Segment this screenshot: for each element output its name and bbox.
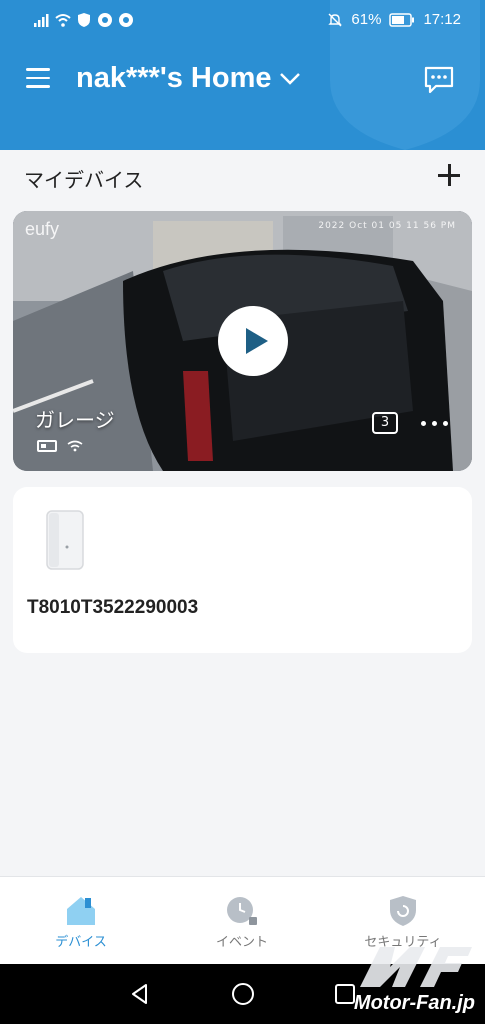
camera-timestamp: 2022 Oct 01 05 11 56 PM bbox=[318, 221, 456, 231]
camera-name: ガレージ bbox=[35, 408, 115, 432]
mute-bell-icon bbox=[328, 13, 343, 26]
nav-devices-label: デバイス bbox=[55, 935, 107, 950]
homebase-name: T8010T3522290003 bbox=[27, 597, 199, 618]
camera-status-icons bbox=[37, 440, 83, 452]
menu-button[interactable] bbox=[26, 68, 50, 88]
wifi-icon bbox=[55, 14, 71, 27]
clip-count-badge[interactable]: 3 bbox=[372, 412, 398, 434]
status-bar: 61% 17:12 bbox=[0, 0, 485, 40]
nav-events-label: イベント bbox=[215, 935, 268, 950]
chevron-down-icon bbox=[280, 72, 301, 85]
battery-icon bbox=[389, 12, 415, 27]
homebase-device-image bbox=[46, 510, 84, 570]
chrome-icon bbox=[98, 13, 112, 27]
nav-events[interactable]: イベント bbox=[182, 895, 302, 950]
home-selector[interactable]: nak***'s Home bbox=[76, 62, 301, 95]
camera-card[interactable]: eufy 2022 Oct 01 05 11 56 PM ガレージ 3 bbox=[13, 211, 472, 471]
back-icon[interactable] bbox=[128, 982, 152, 1006]
motorfan-logo bbox=[360, 947, 472, 987]
signal-icon bbox=[34, 14, 49, 27]
status-left bbox=[34, 12, 134, 28]
watermark-text: Motor-Fan.jp bbox=[353, 992, 475, 1014]
vpn-shield-icon bbox=[78, 13, 90, 27]
house-icon bbox=[67, 897, 95, 925]
battery-percent: 61% bbox=[351, 11, 382, 28]
nav-devices[interactable]: デバイス bbox=[21, 895, 141, 950]
my-devices-header: マイデバイス bbox=[24, 162, 464, 192]
homebase-card[interactable]: T8010T3522290003 bbox=[13, 487, 472, 653]
play-button[interactable] bbox=[218, 306, 288, 376]
chrome-icon-2 bbox=[119, 13, 133, 27]
app-header: 61% 17:12 nak***'s Home bbox=[0, 0, 485, 150]
section-title: マイデバイス bbox=[24, 168, 144, 192]
home-title: nak***'s Home bbox=[76, 62, 272, 94]
camera-battery-icon bbox=[37, 440, 57, 452]
add-device-button[interactable] bbox=[438, 164, 460, 186]
clock-icon bbox=[227, 897, 257, 925]
more-options-button[interactable] bbox=[417, 414, 451, 432]
home-icon[interactable] bbox=[230, 981, 256, 1007]
status-right: 61% 17:12 bbox=[327, 11, 461, 28]
eufy-logo: eufy bbox=[25, 219, 60, 239]
clock-time: 17:12 bbox=[423, 11, 461, 28]
message-icon[interactable] bbox=[424, 66, 454, 94]
camera-wifi-icon bbox=[67, 440, 83, 452]
shield-icon bbox=[390, 896, 416, 926]
